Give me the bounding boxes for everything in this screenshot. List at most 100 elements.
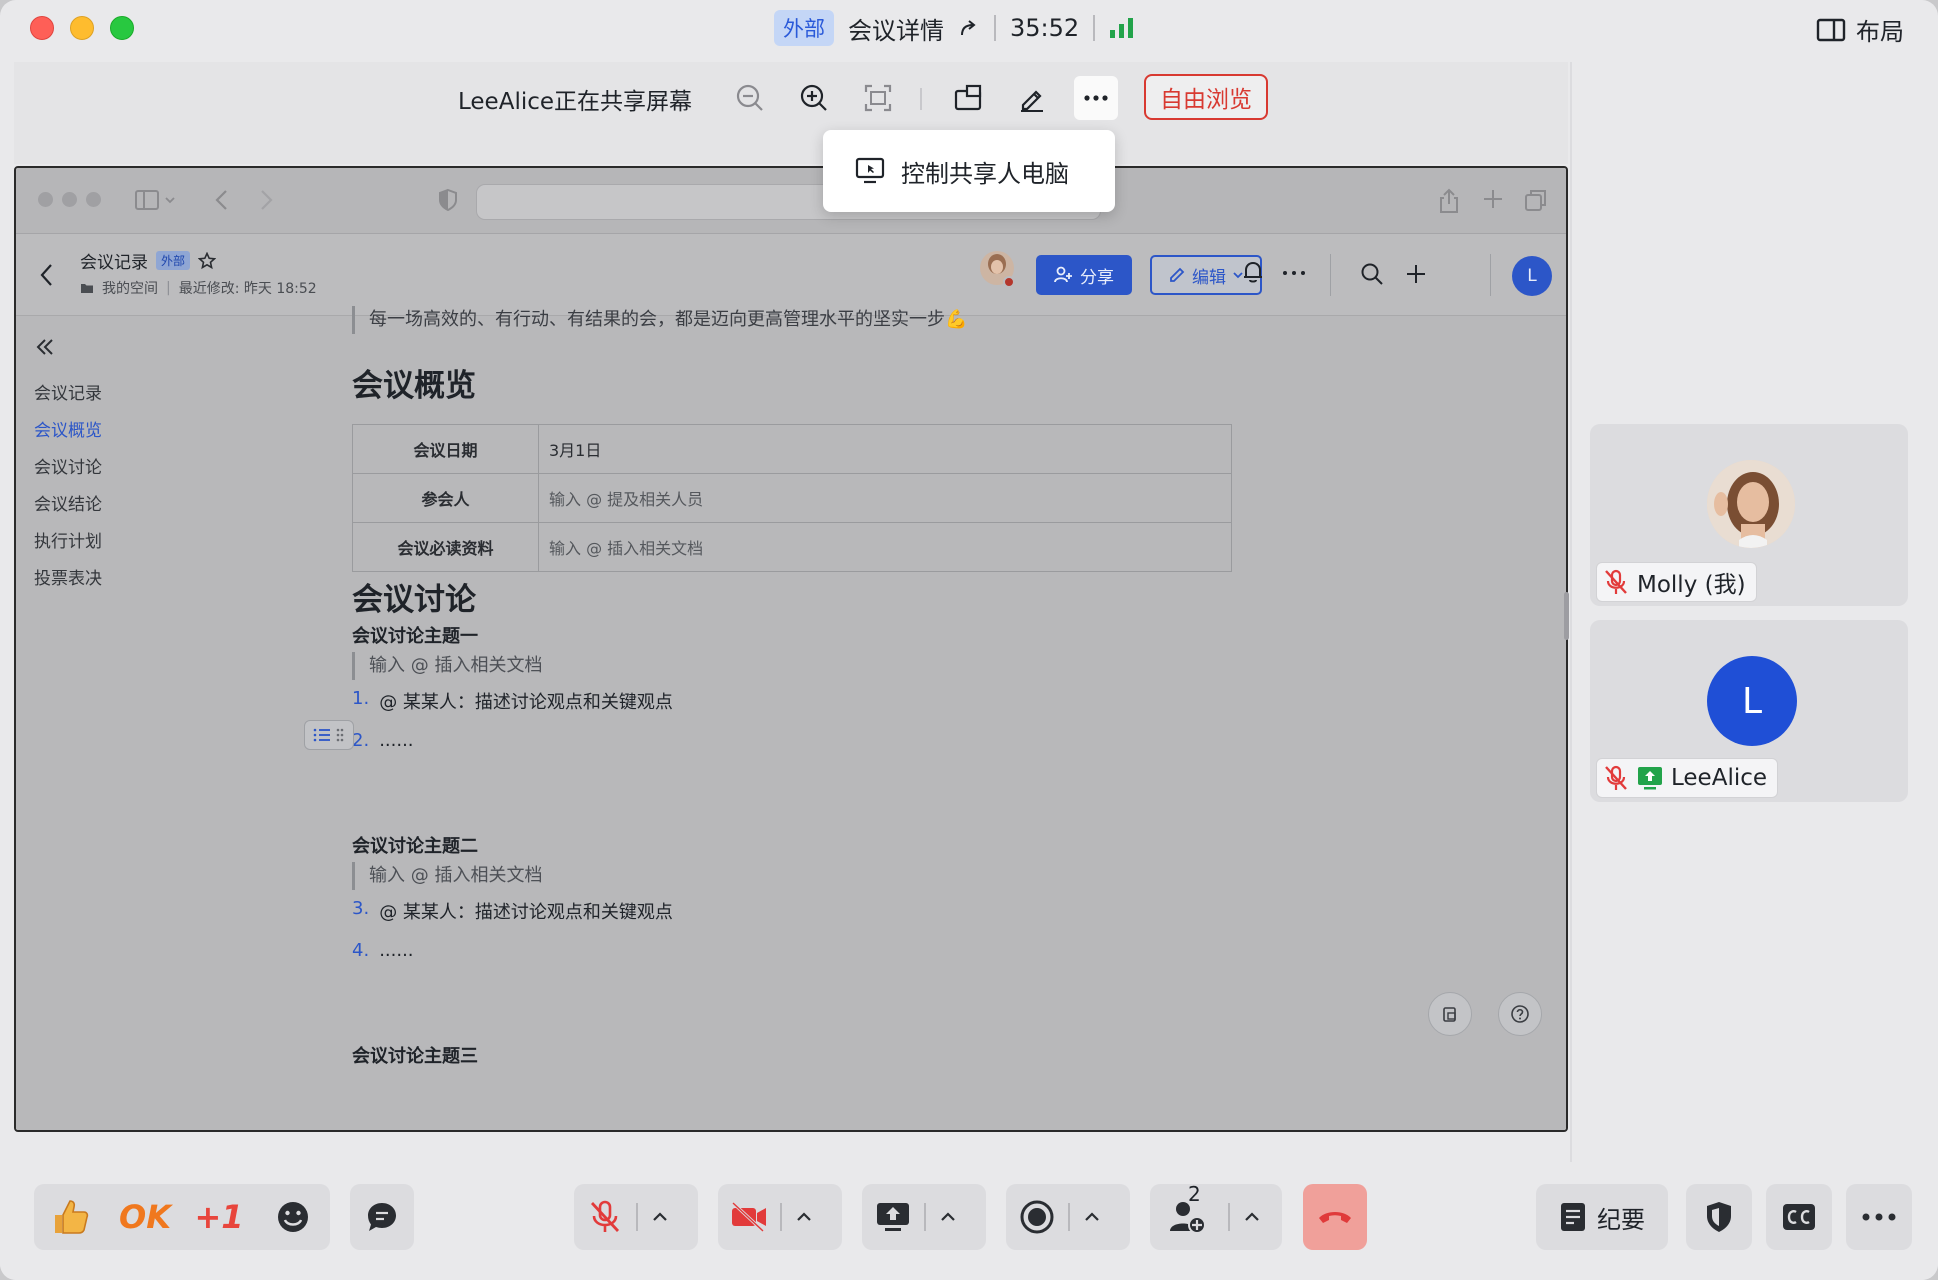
doc-title-row: 会议记录 外部: [80, 248, 217, 273]
share-screen-icon[interactable]: [862, 1186, 924, 1248]
signal-strength-icon[interactable]: [1109, 17, 1135, 39]
close-window-button[interactable]: [30, 16, 54, 40]
participant-name: LeeAlice: [1671, 765, 1768, 791]
record-options-chevron-up-icon[interactable]: [1070, 1186, 1114, 1248]
list-text: @ 某某人：描述讨论观点和关键观点: [379, 902, 673, 923]
chat-group: [350, 1184, 414, 1250]
share-page-icon: [1438, 188, 1460, 214]
screen-share-toolbar: LeeAlice正在共享屏幕 自由浏览: [14, 62, 1568, 164]
zoom-window-button[interactable]: [110, 16, 134, 40]
doc-outline: 会议记录 会议概览 会议讨论 会议结论 执行计划 投票表决: [34, 336, 102, 598]
help-icon: [1498, 992, 1542, 1036]
mic-options-chevron-up-icon[interactable]: [638, 1186, 682, 1248]
hang-up-phone-icon: [1319, 1212, 1351, 1223]
participant-name-tag: Molly (我): [1596, 562, 1757, 602]
mic-muted-icon: [1605, 569, 1627, 594]
meeting-notes-button[interactable]: 纪要: [1536, 1184, 1668, 1250]
participant-name: Molly (我): [1637, 572, 1746, 598]
participant-count: 2: [1188, 1182, 1201, 1206]
captions-button[interactable]: [1766, 1184, 1832, 1250]
table-row: 会议日期 3月1日: [352, 424, 1232, 474]
header-divider: [1330, 254, 1331, 296]
tab-overview-icon: [1524, 188, 1548, 212]
outline-item: 投票表决: [34, 569, 102, 589]
doc-back-icon: [38, 262, 56, 288]
doc-edit-label: 编辑: [1192, 267, 1226, 288]
top-quote: 每一场高效的、有行动、有结果的会，都是迈向更高管理水平的坚实一步💪: [352, 306, 967, 334]
record-icon[interactable]: [1006, 1186, 1068, 1248]
shared-browser-bar: [16, 168, 1566, 234]
emoji-icon[interactable]: [262, 1186, 324, 1248]
mic-muted-icon: [1605, 765, 1627, 790]
layout-icon: [1816, 18, 1846, 41]
table-value: 输入 @ 提及相关人员: [538, 473, 1232, 523]
topic-quote: 输入 @ 插入相关文档: [352, 652, 542, 680]
favorite-star-icon: [198, 251, 217, 270]
meeting-control-bar: OK +1 2 纪要: [0, 1164, 1938, 1280]
doc-add-icon: [1404, 262, 1428, 286]
outline-item: 会议讨论: [34, 458, 102, 478]
overview-table: 会议日期 3月1日 参会人 输入 @ 提及相关人员 会议必读资料 输入 @ 插入…: [352, 424, 1232, 572]
more-dots-icon: [1862, 1213, 1896, 1221]
security-shield-icon: [1707, 1202, 1731, 1232]
notification-bell-icon: [1242, 260, 1264, 284]
table-key: 会议必读资料: [352, 522, 539, 572]
shared-screen-view[interactable]: 会议记录 外部 我的空间 | 最近修改: 昨天 18:52 分享 编辑 L 会议…: [14, 166, 1568, 1132]
participant-photo: [1707, 460, 1795, 548]
camera-options-chevron-up-icon[interactable]: [782, 1186, 826, 1248]
notes-label: 纪要: [1597, 1205, 1645, 1234]
security-button[interactable]: [1686, 1184, 1752, 1250]
zoom-out-icon[interactable]: [728, 76, 772, 120]
list-format-icon: [313, 728, 330, 742]
table-value: 输入 @ 插入相关文档: [538, 522, 1232, 572]
sidebar-toggle-icon: [134, 188, 176, 212]
document-body: 会议记录 会议概览 会议讨论 会议结论 执行计划 投票表决 每一场高效的、有行动…: [16, 306, 1566, 1130]
reactions-group: OK +1: [34, 1184, 330, 1250]
fit-screen-icon[interactable]: [856, 76, 900, 120]
table-row: 参会人 输入 @ 提及相关人员: [352, 473, 1232, 523]
doc-title: 会议记录: [80, 253, 148, 273]
more-options-icon[interactable]: [1074, 76, 1118, 120]
camera-off-icon[interactable]: [718, 1186, 780, 1248]
chat-bubble-icon[interactable]: [351, 1186, 413, 1248]
topic-heading: 会议讨论主题三: [352, 1046, 478, 1067]
minimize-window-button[interactable]: [70, 16, 94, 40]
participant-tile[interactable]: L LeeAlice: [1590, 620, 1908, 802]
mic-muted-icon[interactable]: [574, 1186, 636, 1248]
pop-out-window-icon[interactable]: [946, 76, 990, 120]
doc-external-badge: 外部: [156, 251, 191, 270]
free-browse-button[interactable]: 自由浏览: [1144, 74, 1268, 120]
share-link-icon[interactable]: [958, 17, 980, 39]
back-icon: [212, 188, 232, 212]
table-key: 会议日期: [352, 424, 539, 474]
add-participant-icon[interactable]: 2: [1150, 1182, 1228, 1248]
reaction-plus-one[interactable]: +1: [188, 1186, 250, 1248]
external-badge: 外部: [774, 10, 834, 46]
zoom-in-icon[interactable]: [792, 76, 836, 120]
doc-share-button: 分享: [1036, 255, 1132, 295]
doc-copy-icon: [1428, 992, 1472, 1036]
list-drag-handle: [304, 720, 354, 750]
topic-heading: 会议讨论主题二: [352, 836, 478, 857]
doc-user-avatar: L: [1512, 256, 1552, 296]
thumbs-up-icon[interactable]: [40, 1186, 102, 1248]
closed-captions-icon: [1783, 1204, 1815, 1230]
outline-item: 执行计划: [34, 532, 102, 552]
more-actions-button[interactable]: [1846, 1184, 1912, 1250]
toolbar-divider: [920, 88, 922, 110]
window-controls: [30, 16, 134, 40]
record-group: [1006, 1184, 1130, 1250]
share-options-chevron-up-icon[interactable]: [926, 1186, 970, 1248]
control-shared-pc-menu-item[interactable]: 控制共享人电脑: [823, 130, 1115, 212]
panel-resize-handle[interactable]: [1564, 592, 1569, 640]
outline-item: 会议结论: [34, 495, 102, 515]
participants-options-chevron-up-icon[interactable]: [1230, 1186, 1274, 1248]
reaction-ok[interactable]: OK: [114, 1186, 176, 1248]
participant-tile[interactable]: Molly (我): [1590, 424, 1908, 606]
list-number: 4.: [352, 940, 370, 961]
meeting-details-title[interactable]: 会议详情: [848, 11, 944, 46]
leave-meeting-button[interactable]: [1303, 1184, 1367, 1250]
list-text: @ 某某人：描述讨论观点和关键观点: [379, 692, 673, 713]
layout-button[interactable]: 布局: [1816, 12, 1904, 47]
annotate-pen-icon[interactable]: [1010, 76, 1054, 120]
